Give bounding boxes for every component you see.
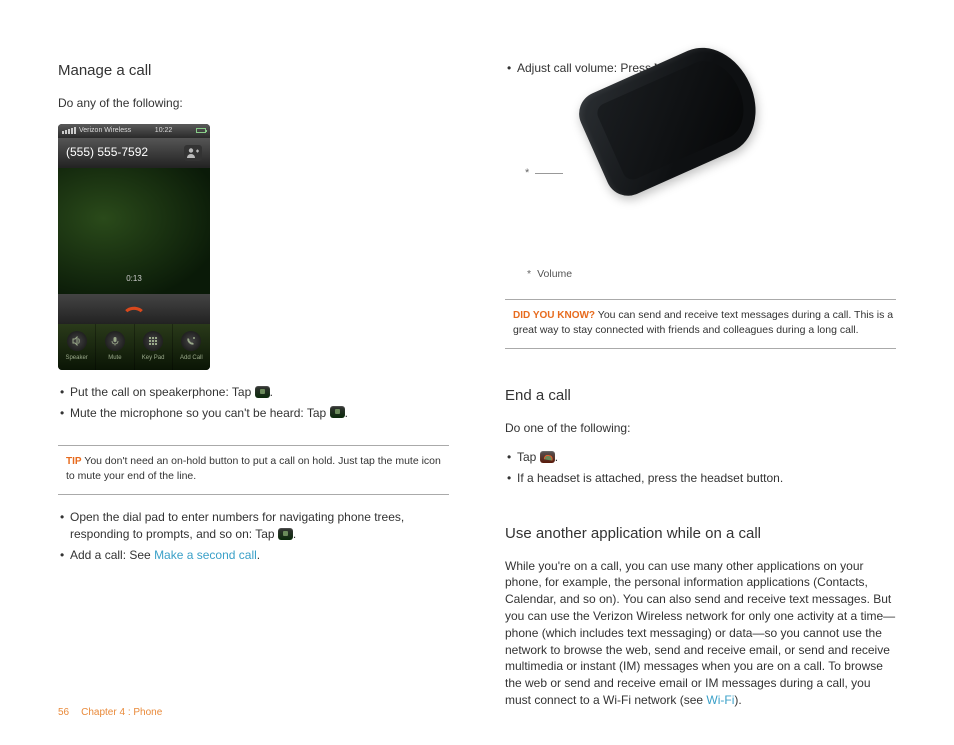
addcall-icon: [181, 331, 201, 351]
mute-icon: [105, 331, 125, 351]
speaker-icon: [67, 331, 87, 351]
hangup-icon: [123, 303, 145, 315]
keypad-chip-icon: [278, 528, 293, 540]
tip-label: TIP: [66, 456, 82, 467]
call-button-row: Speaker Mute Key Pad Add Call: [58, 324, 210, 370]
left-column: Manage a call Do any of the following: V…: [58, 60, 449, 721]
intro-end: Do one of the following:: [505, 420, 896, 437]
call-timer: 0:13: [126, 273, 142, 284]
page-footer: 56 Chapter 4 : Phone: [58, 706, 162, 720]
phone-number-bar: (555) 555-7592: [58, 138, 210, 168]
end-call-chip-icon: [540, 451, 555, 463]
mute-chip-icon: [330, 406, 345, 418]
intro-manage: Do any of the following:: [58, 95, 449, 112]
use-app-paragraph: While you're on a call, you can use many…: [505, 558, 896, 709]
hangup-bar: [58, 294, 210, 324]
mute-button: Mute: [96, 324, 134, 370]
bullet-dialpad: Open the dial pad to enter numbers for n…: [58, 509, 449, 543]
volume-legend: *Volume: [527, 267, 896, 282]
bullet-mute: Mute the microphone so you can't be hear…: [58, 405, 449, 422]
link-make-second-call[interactable]: Make a second call: [154, 548, 257, 562]
tip-box: TIP You don't need an on-hold button to …: [58, 445, 449, 495]
did-you-know-box: DID YOU KNOW? You can send and receive t…: [505, 299, 896, 349]
end-bullets: Tap . If a headset is attached, press th…: [505, 449, 896, 491]
callout-asterisk: *: [525, 166, 529, 181]
device-illustration: *: [525, 99, 896, 249]
phone-status-bar: Verizon Wireless 10:22: [58, 124, 210, 138]
phone-screenshot: Verizon Wireless 10:22 (555) 555-7592 0:…: [58, 124, 210, 370]
bullet-tap-end: Tap .: [505, 449, 896, 466]
manage-bullets-1: Put the call on speakerphone: Tap . Mute…: [58, 384, 449, 426]
speaker-button: Speaker: [58, 324, 96, 370]
keypad-button: Key Pad: [135, 324, 173, 370]
right-column: Adjust call volume: Press Volume. * *Vol…: [505, 60, 896, 721]
breadcrumb: Chapter 4 : Phone: [81, 706, 162, 720]
heading-end-call: End a call: [505, 385, 896, 406]
call-number: (555) 555-7592: [66, 144, 148, 161]
link-wifi[interactable]: Wi-Fi: [706, 693, 734, 707]
dyk-label: DID YOU KNOW?: [513, 310, 595, 321]
bullet-headset: If a headset is attached, press the head…: [505, 470, 896, 487]
page-number: 56: [58, 706, 69, 720]
bullet-speakerphone: Put the call on speakerphone: Tap .: [58, 384, 449, 401]
keypad-icon: [143, 331, 163, 351]
speaker-chip-icon: [255, 386, 270, 398]
callout-line: [535, 173, 563, 174]
add-contact-icon: [184, 145, 202, 161]
battery-icon: [196, 128, 206, 133]
heading-use-app: Use another application while on a call: [505, 523, 896, 544]
manage-bullets-2: Open the dial pad to enter numbers for n…: [58, 509, 449, 567]
statusbar-time: 10:22: [155, 126, 173, 136]
tip-text: You don't need an on-hold button to put …: [66, 455, 441, 482]
bullet-addcall: Add a call: See Make a second call.: [58, 547, 449, 564]
carrier-label: Verizon Wireless: [79, 126, 131, 136]
call-body: 0:13: [58, 168, 210, 294]
heading-manage-call: Manage a call: [58, 60, 449, 81]
addcall-button: Add Call: [173, 324, 210, 370]
signal-icon: [62, 127, 76, 134]
